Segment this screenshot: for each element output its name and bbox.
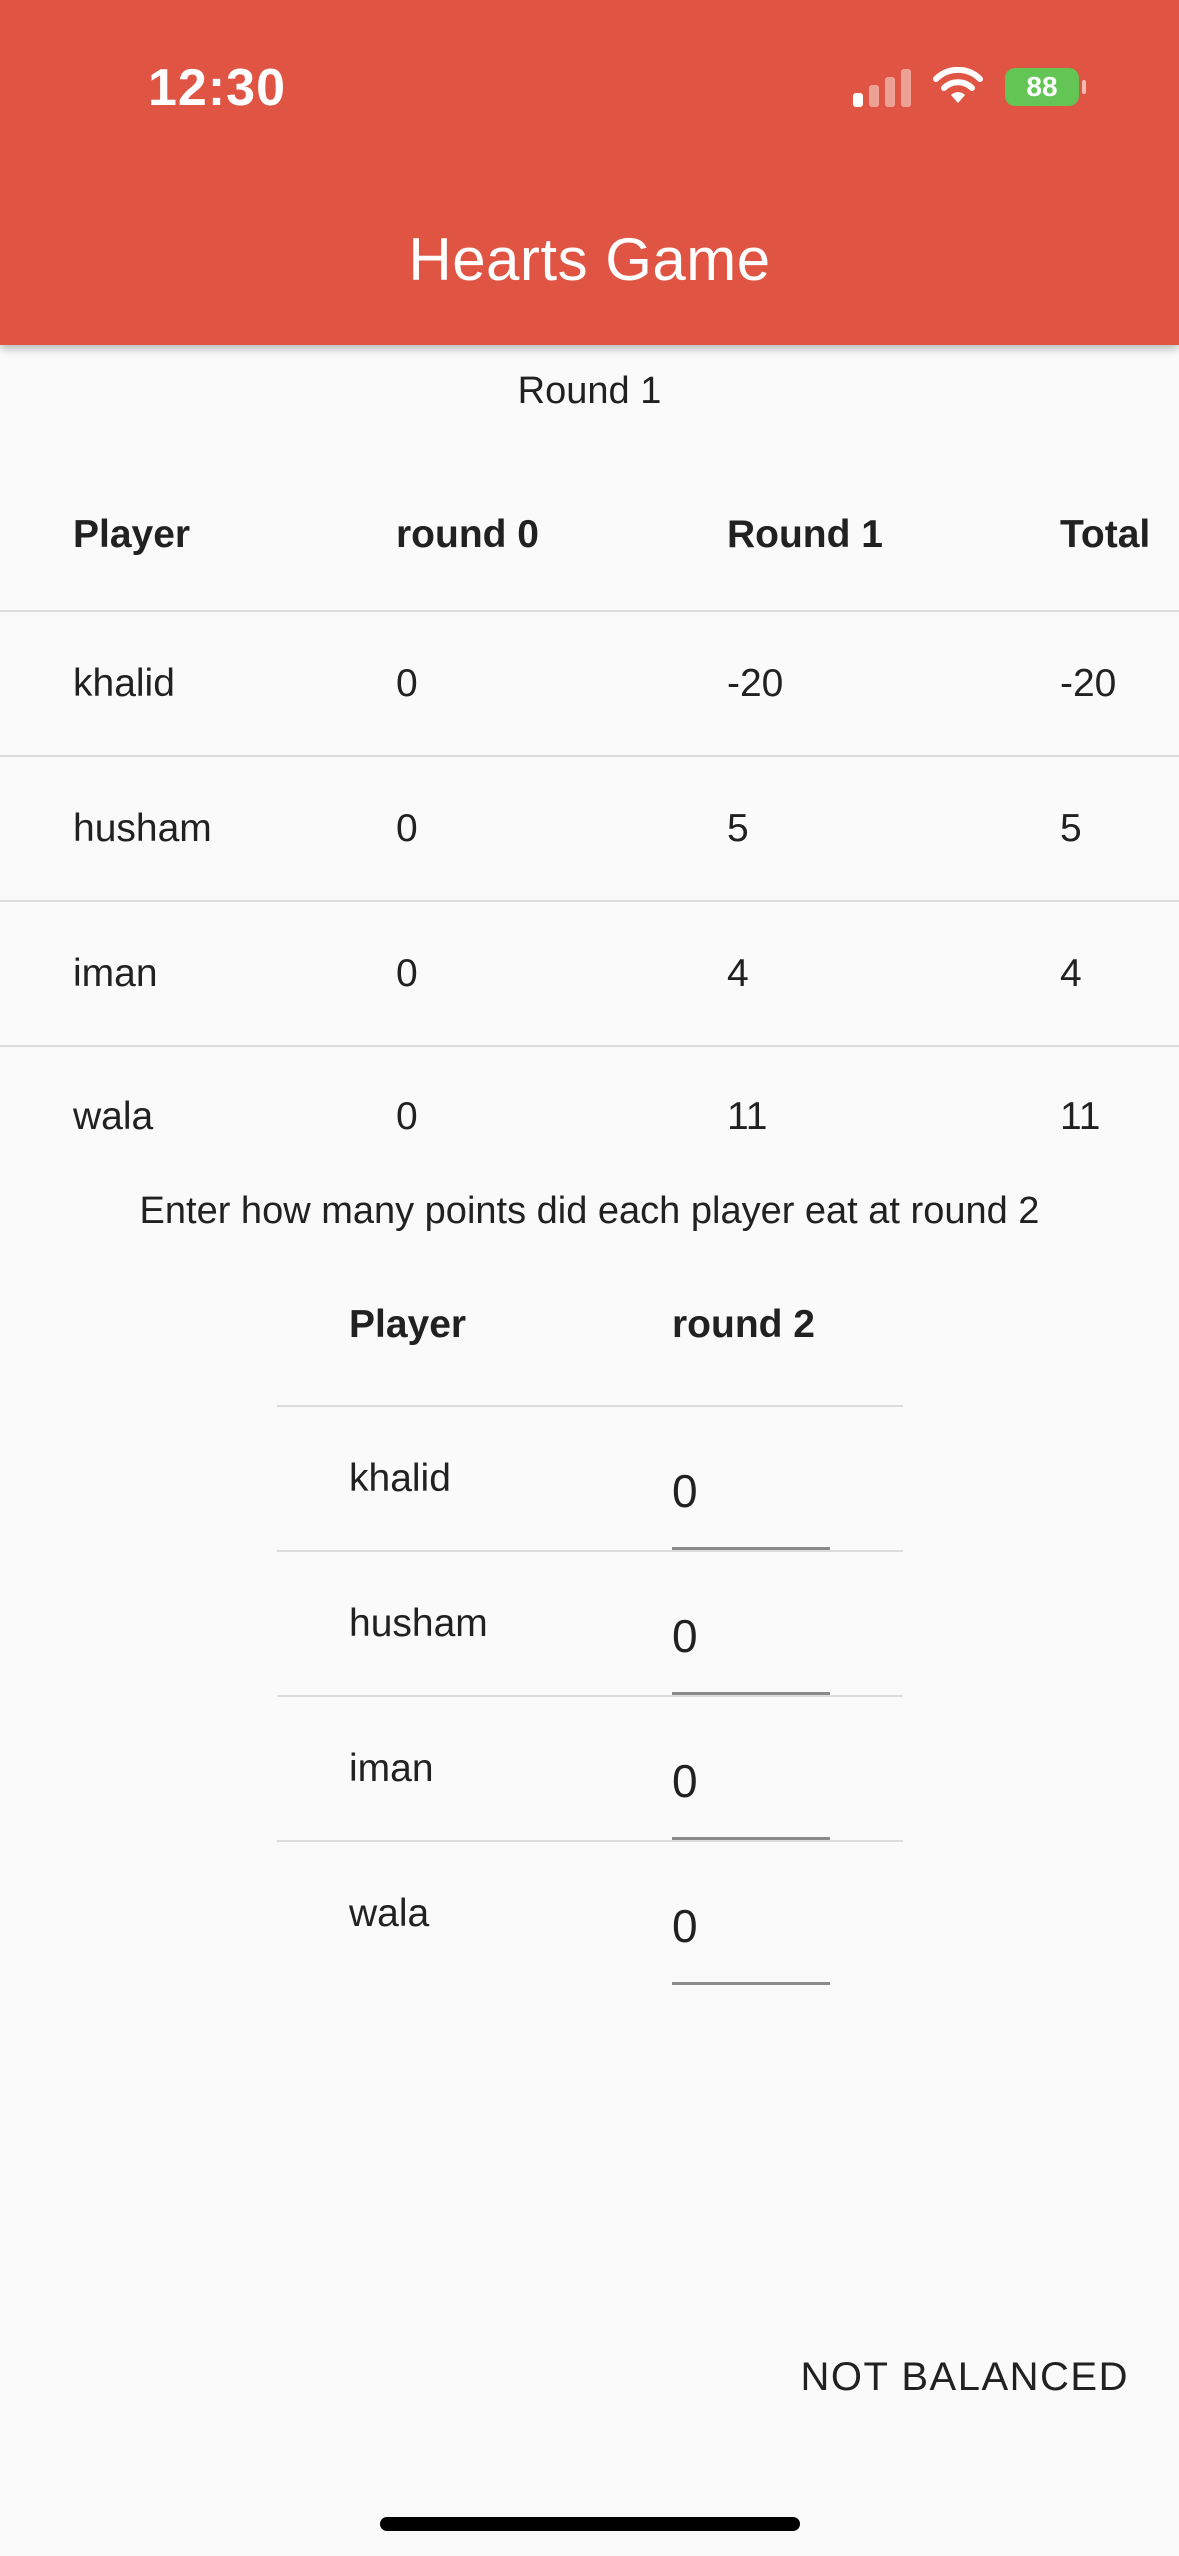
balance-status-button[interactable]: NOT BALANCED xyxy=(801,2355,1129,2400)
wifi-icon xyxy=(933,67,983,103)
header-player: Player xyxy=(349,1303,467,1346)
player-name: khalid xyxy=(349,1456,451,1500)
points-entry-table: Player round 2 khalid husham iman wala xyxy=(277,1245,903,1985)
round-1-score: 4 xyxy=(727,951,749,995)
total-score: 4 xyxy=(1060,951,1082,995)
table-row: iman xyxy=(277,1697,903,1842)
table-row: khalid 0 -20 -20 xyxy=(0,612,1179,757)
points-input-wala[interactable] xyxy=(672,1870,830,1985)
table-row: wala 0 11 11 xyxy=(0,1047,1179,1187)
table-row: husham 0 5 5 xyxy=(0,757,1179,902)
round-1-score: -20 xyxy=(727,661,784,705)
score-table: Player round 0 Round 1 Total khalid 0 -2… xyxy=(0,460,1179,1187)
header-total: Total xyxy=(1060,513,1151,556)
points-input-khalid[interactable] xyxy=(672,1435,830,1550)
instructions-text: Enter how many points did each player ea… xyxy=(139,1190,1040,1232)
header-player: Player xyxy=(73,513,191,556)
table-row: wala xyxy=(277,1842,903,1985)
points-input-husham[interactable] xyxy=(672,1580,830,1695)
header-round-0: round 0 xyxy=(396,513,539,556)
round-1-score: 11 xyxy=(727,1095,768,1138)
round-1-score: 5 xyxy=(727,806,749,850)
round-0-score: 0 xyxy=(396,951,418,995)
header-round-1: Round 1 xyxy=(727,513,883,556)
player-name: husham xyxy=(349,1601,488,1645)
round-caption: Round 1 xyxy=(517,370,662,412)
round-0-score: 0 xyxy=(396,806,418,850)
total-score: 11 xyxy=(1060,1095,1101,1138)
entry-table-header: Player round 2 xyxy=(277,1245,903,1407)
status-time: 12:30 xyxy=(148,59,286,117)
player-name: wala xyxy=(349,1891,430,1935)
score-table-header: Player round 0 Round 1 Total xyxy=(0,460,1179,612)
round-0-score: 0 xyxy=(396,661,418,705)
round-0-score: 0 xyxy=(396,1095,418,1138)
table-row: iman 0 4 4 xyxy=(0,902,1179,1047)
battery-level: 88 xyxy=(1026,71,1058,102)
status-icons: 88 xyxy=(853,62,1086,112)
table-row: khalid xyxy=(277,1407,903,1552)
total-score: -20 xyxy=(1060,661,1117,705)
app-title: Hearts Game xyxy=(408,226,771,293)
player-name: iman xyxy=(349,1746,434,1790)
table-row: husham xyxy=(277,1552,903,1697)
total-score: 5 xyxy=(1060,806,1082,850)
home-indicator[interactable] xyxy=(380,2517,800,2531)
battery-charging-icon: 88 xyxy=(1005,68,1086,106)
header-round-2: round 2 xyxy=(672,1303,815,1346)
points-input-iman[interactable] xyxy=(672,1725,830,1840)
player-name: khalid xyxy=(73,661,175,705)
app-bar: 12:30 88 Hearts Game xyxy=(0,0,1179,345)
player-name: husham xyxy=(73,806,212,850)
cellular-signal-icon xyxy=(853,67,911,107)
player-name: iman xyxy=(73,951,158,995)
player-name: wala xyxy=(73,1095,154,1138)
